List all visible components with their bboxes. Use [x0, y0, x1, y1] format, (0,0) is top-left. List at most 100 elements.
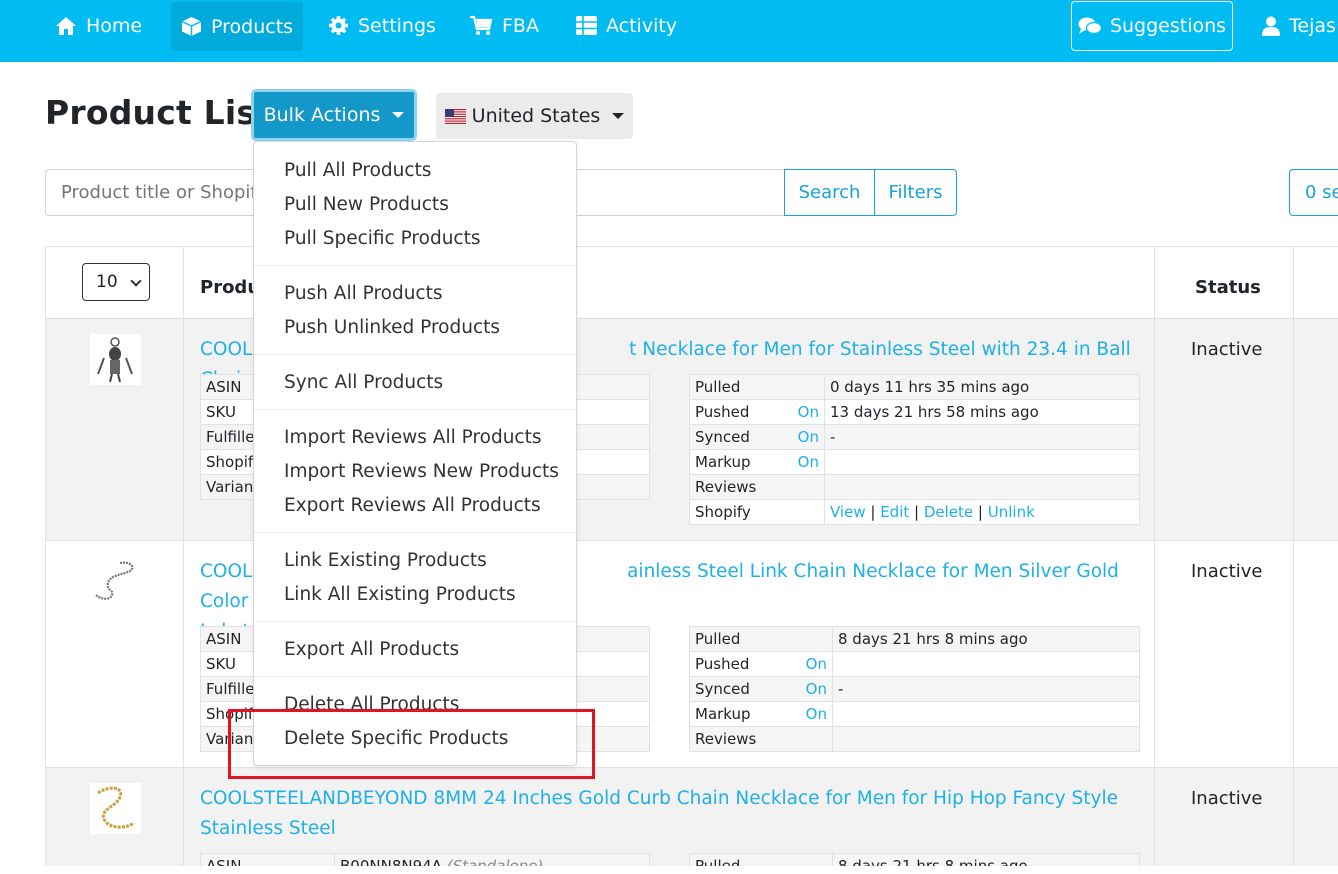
menu-divider: [254, 354, 576, 355]
product-info-table: ASIN B00NN8N94A (Standalone): [200, 853, 650, 866]
row-divider: [46, 540, 1338, 541]
menu-item-link-all-existing[interactable]: Link All Existing Products: [284, 582, 516, 608]
filters-button[interactable]: Filters: [874, 169, 957, 216]
nav-settings[interactable]: Settings: [328, 0, 436, 51]
nav-fba[interactable]: FBA: [469, 0, 539, 51]
menu-item-export-all[interactable]: Export All Products: [284, 637, 459, 663]
sync-label: Shopify: [695, 503, 751, 521]
menu-divider: [254, 409, 576, 410]
country-select-button[interactable]: United States: [436, 93, 633, 139]
table-icon: [576, 16, 597, 35]
chevron-down-icon: [130, 275, 142, 287]
box-icon: [181, 17, 202, 36]
on-toggle[interactable]: On: [798, 428, 819, 446]
menu-item-import-reviews-new[interactable]: Import Reviews New Products: [284, 459, 559, 485]
menu-item-sync-all[interactable]: Sync All Products: [284, 370, 443, 396]
menu-item-pull-all[interactable]: Pull All Products: [284, 158, 431, 184]
nav-activity[interactable]: Activity: [576, 0, 677, 51]
menu-item-link-existing[interactable]: Link Existing Products: [284, 548, 487, 574]
on-toggle[interactable]: On: [806, 705, 827, 723]
info-label: ASIN: [200, 853, 335, 866]
nav-products[interactable]: Products: [171, 2, 304, 51]
sync-label: Markup: [695, 705, 751, 723]
product-title-link[interactable]: COOLSTEELANDBEYOND 8MM 24 Inches Gold Cu…: [200, 784, 1150, 844]
menu-item-push-unlinked[interactable]: Push Unlinked Products: [284, 315, 500, 341]
per-page-select[interactable]: 10: [82, 263, 150, 301]
on-toggle[interactable]: On: [798, 453, 819, 471]
status-value: Inactive: [1191, 788, 1263, 809]
us-flag-icon: [444, 108, 466, 124]
nav-home[interactable]: Home: [55, 0, 142, 51]
comments-icon: [1078, 17, 1102, 35]
country-label: United States: [471, 105, 601, 127]
menu-divider: [254, 265, 576, 266]
status-value: Inactive: [1191, 561, 1263, 582]
sync-label: Pushed: [695, 655, 750, 673]
sync-info-table: Pulled 8 days 21 hrs 8 mins ago: [689, 853, 1140, 866]
caret-down-icon: [612, 113, 625, 119]
sync-label: Pulled: [695, 630, 741, 648]
menu-item-export-reviews-all[interactable]: Export Reviews All Products: [284, 493, 541, 519]
on-toggle[interactable]: On: [806, 680, 827, 698]
nav-home-label: Home: [86, 14, 143, 37]
page-title: Product List: [45, 93, 273, 132]
menu-divider: [254, 676, 576, 677]
top-navbar: Home Products Settings FBA Activity Sugg…: [0, 0, 1338, 62]
selected-count-button[interactable]: 0 selected: [1289, 169, 1338, 216]
sync-label: Pushed: [695, 403, 750, 421]
column-divider: [1154, 247, 1155, 866]
product-thumbnail: [90, 783, 141, 834]
sync-value: [832, 651, 1140, 677]
status-value: Inactive: [1191, 339, 1263, 360]
sync-value: 0 days 11 hrs 35 mins ago: [824, 374, 1140, 400]
nav-activity-label: Activity: [606, 14, 678, 37]
sync-info-table: Pulled 8 days 21 hrs 8 mins ago Pushed On …: [689, 626, 1140, 752]
column-divider: [1293, 247, 1294, 866]
nav-fba-label: FBA: [502, 14, 539, 37]
sync-value: [824, 449, 1140, 475]
sync-label: Markup: [695, 453, 751, 471]
unlink-link[interactable]: Unlink: [988, 503, 1035, 521]
menu-divider: [254, 621, 576, 622]
menu-item-push-all[interactable]: Push All Products: [284, 281, 443, 307]
product-thumbnail: [90, 334, 141, 385]
menu-divider: [254, 532, 576, 533]
sync-info-table: Pulled 0 days 11 hrs 35 mins ago Pushed On…: [689, 374, 1140, 525]
caret-down-icon: [392, 112, 405, 118]
user-name: Tejas: [1289, 14, 1336, 37]
sync-value: 8 days 21 hrs 8 mins ago: [832, 626, 1140, 652]
sync-label: Synced: [695, 428, 750, 446]
nav-user[interactable]: Tejas: [1262, 0, 1336, 51]
sync-label: Reviews: [695, 478, 757, 496]
sync-value: -: [824, 424, 1140, 450]
on-toggle[interactable]: On: [798, 403, 819, 421]
asin-value: B00NN8N94A: [340, 857, 442, 866]
bulk-actions-menu: Pull All Products Pull New Products Pull…: [253, 141, 577, 766]
column-header-status: Status: [1195, 277, 1261, 298]
on-toggle[interactable]: On: [806, 655, 827, 673]
home-icon: [56, 16, 76, 35]
suggestions-label: Suggestions: [1109, 15, 1227, 37]
view-link[interactable]: View: [830, 503, 866, 521]
nav-products-label: Products: [211, 15, 294, 38]
sync-label: Reviews: [695, 730, 757, 748]
bulk-actions-button[interactable]: Bulk Actions: [251, 89, 417, 141]
highlight-box: [228, 709, 595, 779]
column-divider: [183, 247, 184, 866]
bulk-actions-label: Bulk Actions: [263, 104, 381, 126]
asin-note: (Standalone): [446, 857, 544, 866]
row-divider: [46, 318, 1338, 319]
sync-label: Pulled: [695, 378, 741, 396]
menu-item-pull-specific[interactable]: Pull Specific Products: [284, 226, 480, 252]
gear-icon: [329, 16, 348, 35]
search-button[interactable]: Search: [784, 169, 875, 216]
menu-item-pull-new[interactable]: Pull New Products: [284, 192, 449, 218]
nav-settings-label: Settings: [358, 14, 436, 37]
menu-item-import-reviews-all[interactable]: Import Reviews All Products: [284, 425, 542, 451]
sync-label: Pulled: [689, 853, 833, 866]
delete-link[interactable]: Delete: [924, 503, 973, 521]
edit-link[interactable]: Edit: [880, 503, 909, 521]
user-icon: [1262, 16, 1280, 36]
suggestions-button[interactable]: Suggestions: [1071, 1, 1233, 51]
cart-icon: [470, 15, 493, 35]
